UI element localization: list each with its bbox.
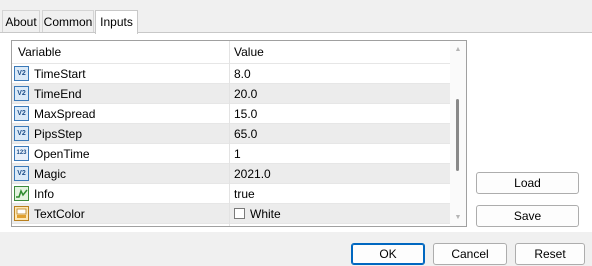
- row-name: TextColor: [34, 207, 85, 221]
- table-row[interactable]: Info true: [12, 184, 450, 204]
- header-value[interactable]: Value: [234, 41, 264, 63]
- row-value[interactable]: 20.0: [234, 84, 257, 104]
- row-value[interactable]: true: [234, 184, 255, 204]
- double-value-icon: V2: [14, 86, 29, 101]
- double-value-icon: V2: [14, 126, 29, 141]
- ok-button[interactable]: OK: [351, 243, 425, 265]
- tab-strip: About Common Inputs: [0, 0, 592, 34]
- row-name: TimeStart: [34, 67, 86, 81]
- table-row[interactable]: V2 MaxSpread 15.0: [12, 104, 450, 124]
- table-row[interactable]: TextColor White: [12, 204, 450, 224]
- header-variable[interactable]: Variable: [18, 41, 61, 63]
- double-value-icon: V2: [14, 166, 29, 181]
- row-name: Magic: [34, 167, 67, 181]
- bool-value-icon-glyph: [16, 189, 28, 198]
- cancel-button[interactable]: Cancel: [433, 243, 507, 265]
- row-value[interactable]: 8.0: [234, 64, 251, 84]
- grid-header: Variable Value: [12, 41, 450, 64]
- row-value[interactable]: 2021.0: [234, 164, 271, 184]
- reset-button[interactable]: Reset: [515, 243, 585, 265]
- tab-inputs[interactable]: Inputs: [95, 10, 138, 34]
- row-name: Info: [34, 187, 55, 201]
- column-divider[interactable]: [229, 41, 230, 226]
- table-row[interactable]: V2 TimeStart 8.0: [12, 64, 450, 84]
- scroll-up-icon[interactable]: ▲: [450, 43, 466, 57]
- row-name: PipsStep: [34, 127, 83, 141]
- row-name: TimeEnd: [34, 87, 82, 101]
- scroll-down-icon[interactable]: ▼: [450, 211, 466, 225]
- row-value[interactable]: 15.0: [234, 104, 257, 124]
- table-row[interactable]: V2 PipsStep 65.0: [12, 124, 450, 144]
- double-value-icon: V2: [14, 106, 29, 121]
- row-value[interactable]: 1: [234, 144, 241, 164]
- save-button[interactable]: Save: [476, 205, 579, 227]
- bool-value-icon: [14, 186, 29, 201]
- color-swatch[interactable]: [234, 208, 245, 219]
- table-row[interactable]: 123 OpenTime 1: [12, 144, 450, 164]
- integer-value-icon: 123: [14, 146, 29, 161]
- tab-common[interactable]: Common: [42, 10, 94, 32]
- load-button[interactable]: Load: [476, 172, 579, 194]
- row-value[interactable]: 65.0: [234, 124, 257, 144]
- scroll-thumb[interactable]: [456, 99, 459, 171]
- vertical-scrollbar[interactable]: ▲ ▼: [450, 41, 466, 226]
- color-value-icon-glyph: [16, 208, 27, 218]
- tab-about[interactable]: About: [2, 10, 40, 32]
- table-row[interactable]: V2 Magic 2021.0: [12, 164, 450, 184]
- table-row[interactable]: V2 TimeEnd 20.0: [12, 84, 450, 104]
- color-value-icon: [14, 206, 29, 221]
- double-value-icon: V2: [14, 66, 29, 81]
- row-name: OpenTime: [34, 147, 90, 161]
- inputs-grid: Variable Value V2 TimeStart 8.0 V2 TimeE…: [11, 40, 467, 227]
- row-value[interactable]: White: [250, 204, 281, 224]
- row-name: MaxSpread: [34, 107, 96, 121]
